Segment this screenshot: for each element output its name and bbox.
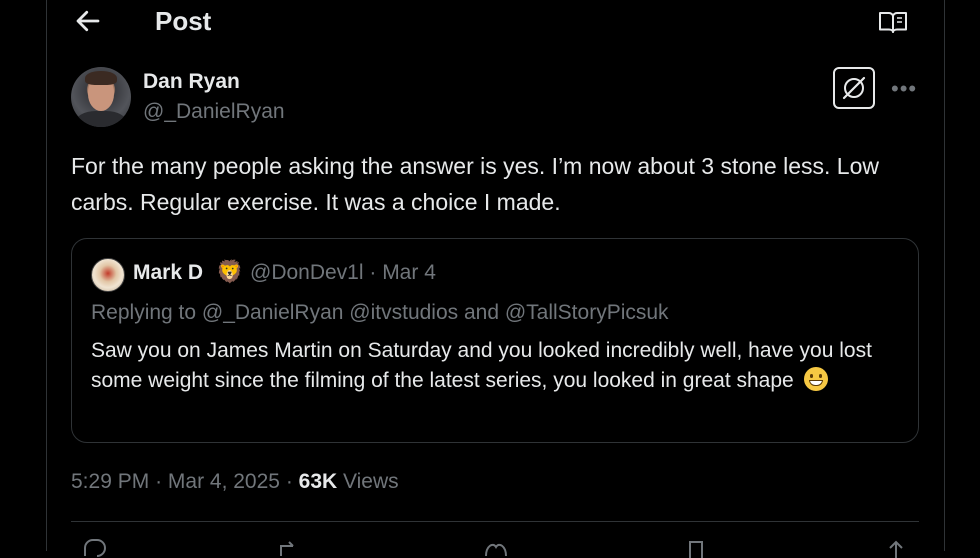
quoted-author-avatar[interactable] [91,258,125,292]
quoted-author-handle: @DonDev1l · Mar 4 [250,261,436,284]
post-date[interactable]: Mar 4, 2025 [168,470,280,493]
author-handle[interactable]: @_DanielRyan [143,100,285,124]
replying-to: Replying to @_DanielRyan @itvstudios and… [91,301,669,324]
page-title: Post [155,6,212,36]
grok-button[interactable] [833,67,875,109]
post-meta: 5:29 PM · Mar 4, 2025 · 63K Views [71,470,399,494]
repost-icon[interactable] [275,538,305,558]
action-bar [71,538,919,558]
author-name[interactable]: Dan Ryan [143,70,240,94]
more-options-icon[interactable]: ••• [891,76,917,102]
quoted-author-name[interactable]: Mark D [133,261,203,285]
reader-book-icon[interactable] [878,9,908,35]
divider [71,521,919,522]
lion-emoji: 🦁 [216,259,244,284]
meta-separator: · [155,470,168,493]
post-column: Post Dan Ryan @_DanielRyan ••• For the m… [46,0,945,558]
like-icon[interactable] [481,538,511,558]
grinning-face-icon [803,367,828,391]
grok-slash-icon [842,76,866,100]
meta-separator: · [285,470,299,493]
quoted-post-body: Saw you on James Martin on Saturday and … [91,339,872,392]
header: Post [47,0,944,44]
bookmark-icon[interactable] [681,538,711,558]
author-avatar[interactable] [71,67,131,127]
views-label: Views [343,470,399,493]
views-count: 63K [298,470,338,493]
post-time[interactable]: 5:29 PM [71,470,149,493]
back-arrow-icon[interactable] [73,6,103,36]
post-text: For the many people asking the answer is… [71,153,879,215]
quoted-post-text: Saw you on James Martin on Saturday and … [91,336,911,396]
reply-icon[interactable] [79,538,109,558]
quoted-post[interactable]: Mark D 🦁 @DonDev1l · Mar 4 Replying to @… [71,238,919,443]
share-icon[interactable] [881,538,911,558]
